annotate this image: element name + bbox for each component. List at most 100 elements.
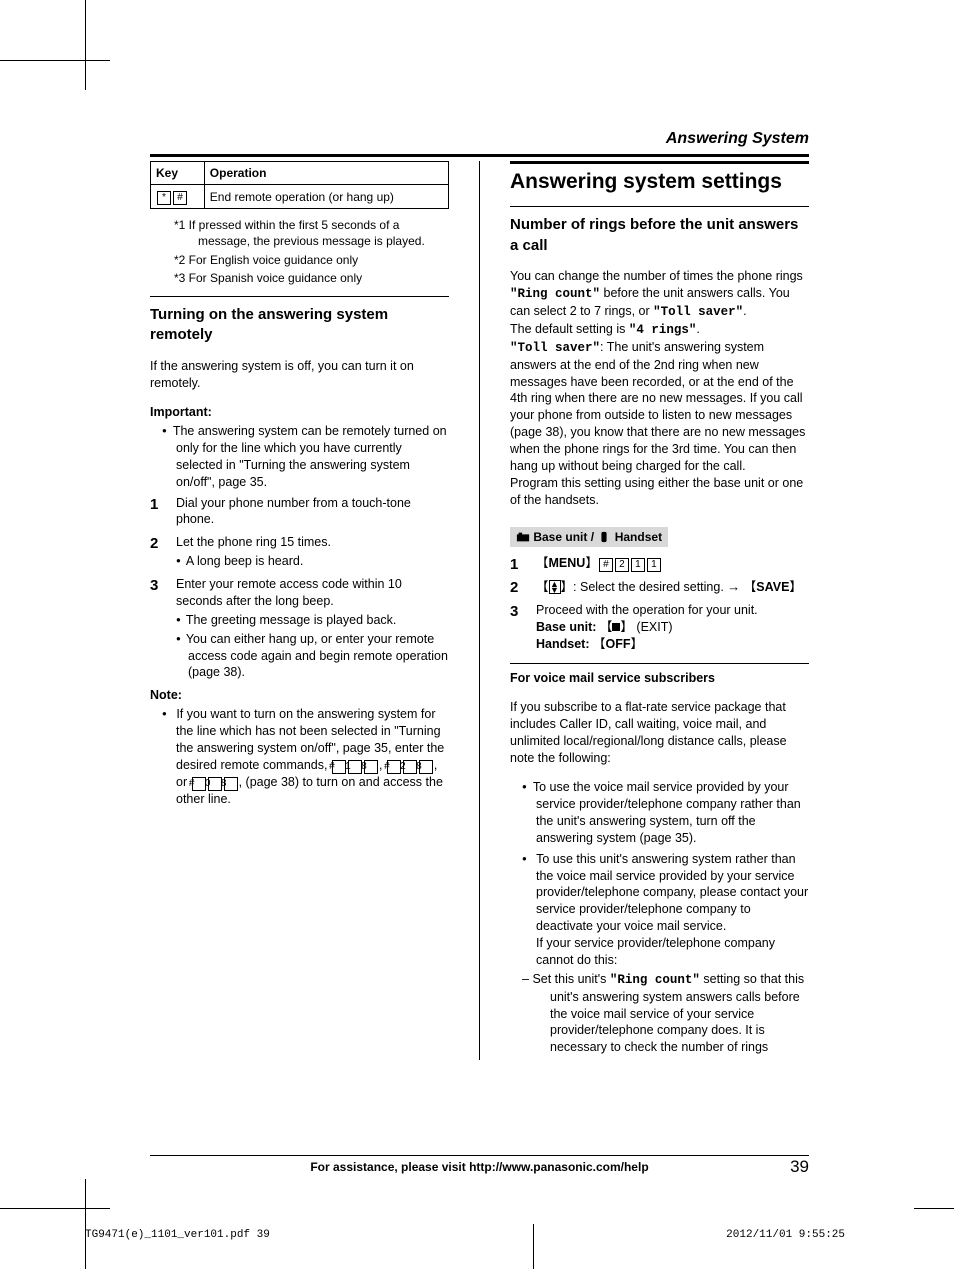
step-3-sub-1: The greeting message is played back.: [176, 612, 449, 629]
key-star-icon: *: [157, 191, 171, 205]
base-unit-icon: [516, 531, 530, 543]
columns: Key Operation *# End remote operation (o…: [150, 161, 809, 1060]
text: .: [696, 322, 699, 336]
text: Set this unit's: [532, 972, 609, 986]
right-column: Answering system settings Number of ring…: [510, 161, 809, 1060]
vm-dash-list: Set this unit's "Ring count" setting so …: [536, 971, 809, 1056]
steps-list: Dial your phone number from a touch-tone…: [150, 495, 449, 682]
device-label: Base unit / Handset: [510, 527, 668, 547]
crop-mark: [0, 60, 110, 61]
column-divider: [479, 161, 480, 1060]
ring-count-token: "Ring count": [610, 973, 700, 987]
key-hash-icon: #: [387, 760, 401, 774]
toll-saver-label: "Toll saver": [510, 341, 600, 355]
note-list: If you want to turn on the answering sys…: [150, 706, 449, 808]
key-2-icon: 2: [615, 558, 629, 572]
crop-mark: [85, 1179, 86, 1269]
crop-mark: [914, 1208, 954, 1209]
text: If your service provider/telephone compa…: [536, 936, 775, 967]
important-bullet: The answering system can be remotely tur…: [162, 423, 449, 491]
text: Proceed with the operation for your unit…: [536, 603, 758, 617]
handset-text: Handset: [615, 530, 662, 544]
important-list: The answering system can be remotely tur…: [150, 423, 449, 491]
footer: For assistance, please visit http://www.…: [150, 1155, 809, 1174]
handset-label: Handset:: [536, 637, 593, 651]
print-info: TG9471(e)_1101_ver101.pdf 39 2012/11/01 …: [85, 1229, 845, 1241]
key-cell: *#: [151, 185, 205, 209]
footer-text: For assistance, please visit http://www.…: [150, 1160, 809, 1174]
right-subheading: Number of rings before the unit answers …: [510, 215, 809, 256]
settings-step-1: 【MENU】#211: [510, 555, 809, 572]
step-2-text: Let the phone ring 15 times.: [176, 535, 331, 549]
menu-button-label: MENU: [549, 556, 586, 570]
ring-count-token: "Ring count": [510, 287, 600, 301]
text: You can change the number of times the p…: [510, 269, 803, 283]
vm-dash-item: Set this unit's "Ring count" setting so …: [550, 971, 809, 1056]
table-header-key: Key: [151, 162, 205, 185]
toll-saver-token: "Toll saver": [653, 305, 743, 319]
step-3-sub-2: You can either hang up, or enter your re…: [176, 631, 449, 682]
main-heading: Answering system settings: [510, 168, 809, 196]
off-button-label: OFF: [605, 637, 630, 651]
text: The default setting is: [510, 322, 629, 336]
left-column: Key Operation *# End remote operation (o…: [150, 161, 449, 1060]
settings-step-3: Proceed with the operation for your unit…: [510, 602, 809, 653]
left-subheading: Turning on the answering system remotely: [150, 305, 449, 346]
print-timestamp: 2012/11/01 9:55:25: [726, 1229, 845, 1241]
step-3-text: Enter your remote access code within 10 …: [176, 577, 402, 608]
rule: [510, 161, 809, 164]
rule: [510, 206, 809, 207]
key-operation-table: Key Operation *# End remote operation (o…: [150, 161, 449, 209]
step-2: Let the phone ring 15 times. A long beep…: [150, 534, 449, 570]
key-8-icon: 8: [224, 777, 238, 791]
footnotes: *1 If pressed within the first 5 seconds…: [150, 217, 449, 286]
key-1-icon: 1: [631, 558, 645, 572]
step-3-sub: The greeting message is played back. You…: [176, 612, 449, 682]
base-unit-label: Base unit:: [536, 620, 600, 634]
vm-bullet-2: To use this unit's answering system rath…: [522, 851, 809, 1057]
navigator-icon: ▲▼: [549, 580, 561, 594]
settings-steps: 【MENU】#211 【▲▼】: Select the desired sett…: [510, 555, 809, 653]
manual-page: Answering System Key Operation *# End re…: [0, 0, 954, 1269]
note-label: Note:: [150, 687, 449, 704]
key-8-icon: 8: [364, 760, 378, 774]
key-hash-icon: #: [192, 777, 206, 791]
ring-count-para: You can change the number of times the p…: [510, 268, 809, 508]
save-button-label: SAVE: [756, 580, 789, 594]
page-number: 39: [790, 1157, 809, 1177]
chapter-title: Answering System: [150, 130, 809, 148]
crop-mark: [0, 1208, 110, 1209]
base-unit-text: Base unit /: [533, 530, 594, 544]
table-header-operation: Operation: [204, 162, 448, 185]
rule: [150, 296, 449, 297]
key-1-icon: 1: [647, 558, 661, 572]
key-hash-icon: #: [332, 760, 346, 774]
rule: [150, 154, 809, 157]
key-hash-icon: #: [173, 191, 187, 205]
footnote-1: *1 If pressed within the first 5 seconds…: [174, 217, 449, 249]
step-1: Dial your phone number from a touch-tone…: [150, 495, 449, 529]
toll-saver-desc: : The unit's answering system answers at…: [510, 340, 805, 473]
content-area: Answering System Key Operation *# End re…: [150, 130, 809, 1149]
print-file: TG9471(e)_1101_ver101.pdf 39: [85, 1229, 270, 1241]
crop-mark: [85, 0, 86, 90]
program-note: Program this setting using either the ba…: [510, 476, 803, 507]
handset-icon: [597, 531, 611, 543]
text: To use this unit's answering system rath…: [536, 852, 808, 934]
settings-step-2: 【▲▼】: Select the desired setting. → 【SAV…: [510, 578, 809, 596]
voicemail-intro: If you subscribe to a flat-rate service …: [510, 699, 809, 767]
step-2-sub-item: A long beep is heard.: [176, 553, 449, 570]
key-8-icon: 8: [419, 760, 433, 774]
vm-bullet-1: To use the voice mail service provided b…: [522, 779, 809, 847]
arrow-icon: →: [727, 579, 740, 594]
voicemail-heading: For voice mail service subscribers: [510, 670, 809, 687]
footnote-2: *2 For English voice guidance only: [174, 252, 449, 268]
exit-text: (EXIT): [633, 620, 673, 634]
key-hash-icon: #: [599, 558, 613, 572]
key-1-icon: 1: [348, 760, 362, 774]
key-0-icon: 0: [208, 777, 222, 791]
step-2-sub: A long beep is heard.: [176, 553, 449, 570]
footnote-3: *3 For Spanish voice guidance only: [174, 270, 449, 286]
key-2-icon: 2: [403, 760, 417, 774]
text: .: [743, 304, 746, 318]
